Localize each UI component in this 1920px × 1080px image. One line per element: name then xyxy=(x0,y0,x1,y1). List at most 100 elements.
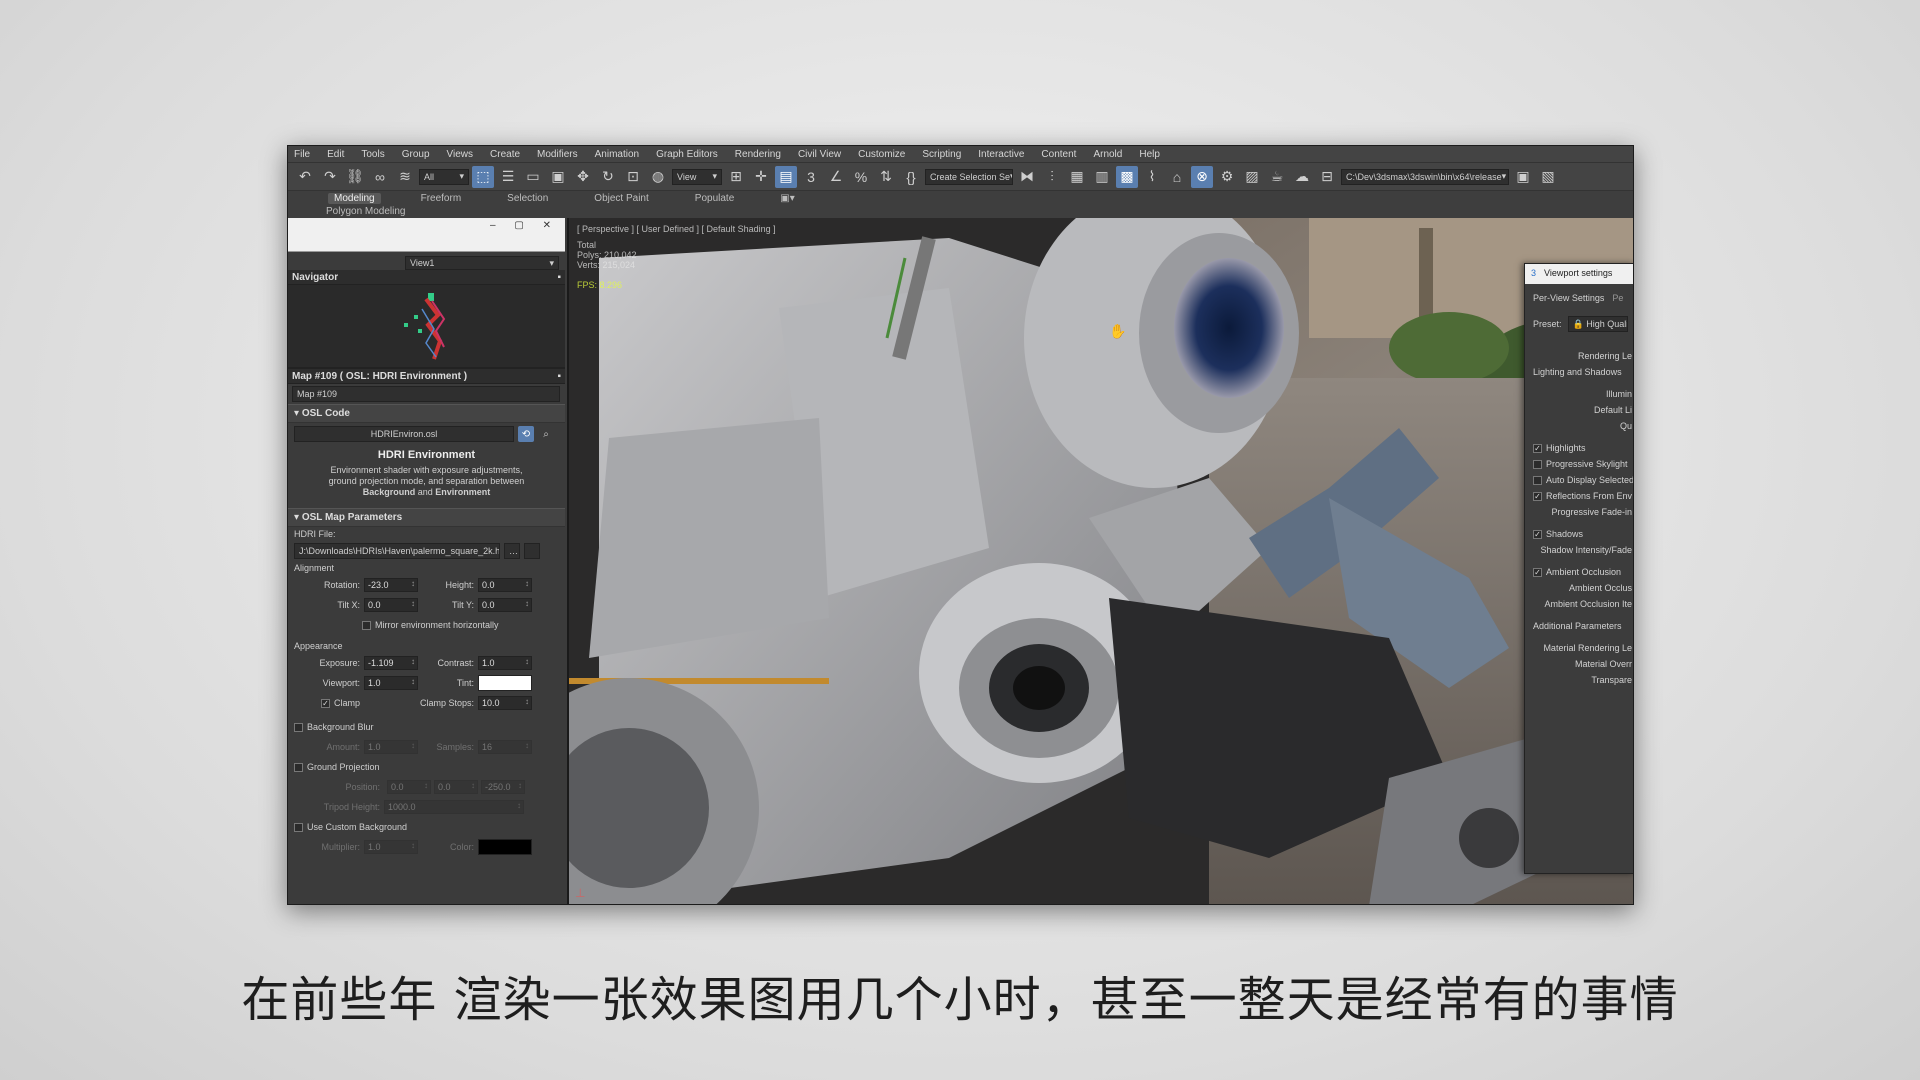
clamp-stops-spinner[interactable]: 10.0 xyxy=(478,696,532,710)
vp-setting-item[interactable]: ✓ Reflections From Env xyxy=(1525,488,1633,504)
place-icon[interactable]: ◍ xyxy=(647,166,669,188)
vp-setting-checkbox[interactable] xyxy=(1533,475,1542,485)
rotate-icon[interactable]: ↻ xyxy=(597,166,619,188)
ribbon-tab-freeform[interactable]: Freeform xyxy=(415,193,468,204)
workspace-icon[interactable]: ▧ xyxy=(1537,166,1559,188)
window-controls[interactable]: – ▢ ✕ xyxy=(490,220,559,231)
menu-item-tools[interactable]: Tools xyxy=(361,149,384,160)
position-x-spinner[interactable]: 0.0 xyxy=(387,780,431,794)
navigator-view[interactable] xyxy=(288,285,565,369)
schematic-view-icon[interactable]: ⌂ xyxy=(1166,166,1188,188)
render-cloud-icon[interactable]: ☁ xyxy=(1291,166,1313,188)
unlink-icon[interactable]: ∞ xyxy=(369,166,391,188)
menu-item-content[interactable]: Content xyxy=(1041,149,1076,160)
project-path-dropdown[interactable]: C:\Dev\3dsmax\3dswin\bin\x64\release ▾ xyxy=(1341,168,1509,185)
vp-setting-item[interactable]: ✓ Highlights xyxy=(1525,440,1633,456)
preset-dropdown[interactable]: 🔒 High Quality xyxy=(1567,316,1628,332)
named-selection-dropdown[interactable]: Create Selection Se▾ xyxy=(925,168,1013,185)
perspective-viewport[interactable]: ✋ [ Perspective ] [ User Defined ] [ Def… xyxy=(567,218,1633,904)
viewport-spinner[interactable]: 1.0 xyxy=(364,676,418,690)
ribbon-tab-modeling[interactable]: Modeling xyxy=(328,193,381,204)
link-icon[interactable]: ⛓ xyxy=(344,166,366,188)
select-by-name-icon[interactable]: ☰ xyxy=(497,166,519,188)
ribbon-tab-populate[interactable]: Populate xyxy=(689,193,740,204)
selection-filter-dropdown[interactable]: All ▾ xyxy=(419,168,469,185)
menu-item-file[interactable]: File xyxy=(294,149,310,160)
viewport-label[interactable]: [ Perspective ] [ User Defined ] [ Defau… xyxy=(577,224,776,234)
redo-icon[interactable]: ↷ xyxy=(319,166,341,188)
menu-item-civil-view[interactable]: Civil View xyxy=(798,149,841,160)
hdri-browse-button[interactable]: … xyxy=(504,543,520,559)
tint-color-swatch[interactable] xyxy=(478,675,532,691)
vp-setting-item[interactable]: ✓ Ambient Occlusion xyxy=(1525,564,1633,580)
edit-osl-icon[interactable]: ⟲ xyxy=(518,426,534,442)
render-setup-icon[interactable]: ⚙ xyxy=(1216,166,1238,188)
menu-item-interactive[interactable]: Interactive xyxy=(978,149,1024,160)
ribbon-toggle-icon[interactable]: ▩ xyxy=(1116,165,1138,188)
pivot-icon[interactable]: ⊞ xyxy=(725,166,747,188)
mirror-checkbox[interactable] xyxy=(362,620,371,630)
spinner-snap-icon[interactable]: ⇅ xyxy=(875,166,897,188)
keyboard-shortcut-override-icon[interactable]: ▤ xyxy=(775,165,797,188)
blur-samples-spinner[interactable]: 16 xyxy=(478,740,532,754)
vp-setting-checkbox[interactable]: ✓ xyxy=(1533,529,1542,539)
blur-amount-spinner[interactable]: 1.0 xyxy=(364,740,418,754)
menu-item-rendering[interactable]: Rendering xyxy=(735,149,781,160)
browse-osl-icon[interactable]: ⌕ xyxy=(538,426,554,442)
view-selector-dropdown[interactable]: View1 ▾ xyxy=(405,256,559,270)
curve-editor-icon[interactable]: ⌇ xyxy=(1141,166,1163,188)
vp-setting-checkbox[interactable]: ✓ xyxy=(1533,443,1542,453)
bind-spacewarp-icon[interactable]: ≋ xyxy=(394,166,416,188)
menu-item-arnold[interactable]: Arnold xyxy=(1093,149,1122,160)
undo-icon[interactable]: ↶ xyxy=(294,166,316,188)
exposure-spinner[interactable]: -1.109 xyxy=(364,656,418,670)
menu-item-graph-editors[interactable]: Graph Editors xyxy=(656,149,718,160)
tilt-x-spinner[interactable]: 0.0 xyxy=(364,598,418,612)
rendered-frame-icon[interactable]: ▨ xyxy=(1241,166,1263,188)
menu-item-modifiers[interactable]: Modifiers xyxy=(537,149,578,160)
menu-item-edit[interactable]: Edit xyxy=(327,149,344,160)
project-folder-icon[interactable]: ▣ xyxy=(1512,166,1534,188)
ribbon-tab-selection[interactable]: Selection xyxy=(501,193,554,204)
align-icon[interactable]: ⫶ xyxy=(1041,166,1063,188)
select-object-icon[interactable]: ⬚ xyxy=(472,165,494,188)
tripod-height-spinner[interactable]: 1000.0 xyxy=(384,800,524,814)
position-z-spinner[interactable]: -250.0 xyxy=(481,780,525,794)
edit-named-selection-icon[interactable]: {} xyxy=(900,166,922,188)
height-spinner[interactable]: 0.0 xyxy=(478,578,532,592)
ribbon-tab-object-paint[interactable]: Object Paint xyxy=(588,193,654,204)
menu-item-group[interactable]: Group xyxy=(402,149,430,160)
hdri-clear-button[interactable] xyxy=(524,543,540,559)
layout-icon[interactable]: ⊟ xyxy=(1316,166,1338,188)
clamp-checkbox[interactable]: ✓ xyxy=(320,699,330,708)
menu-item-animation[interactable]: Animation xyxy=(595,149,639,160)
vp-setting-item[interactable]: ✓ Shadows xyxy=(1525,526,1633,542)
percent-snap-icon[interactable]: % xyxy=(850,166,872,188)
render-production-icon[interactable]: ☕ xyxy=(1266,166,1288,188)
menu-item-views[interactable]: Views xyxy=(447,149,474,160)
layer-explorer-icon[interactable]: ▦ xyxy=(1066,166,1088,188)
multiplier-spinner[interactable]: 1.0 xyxy=(364,840,418,854)
custom-background-checkbox[interactable] xyxy=(294,822,303,832)
angle-snap-icon[interactable]: ∠ xyxy=(825,166,847,188)
ground-projection-checkbox[interactable] xyxy=(294,762,303,772)
scene-explorer-icon[interactable]: ▥ xyxy=(1091,166,1113,188)
background-blur-checkbox[interactable] xyxy=(294,722,303,732)
contrast-spinner[interactable]: 1.0 xyxy=(478,656,532,670)
vp-setting-checkbox[interactable]: ✓ xyxy=(1533,491,1542,501)
vp-setting-item[interactable]: Progressive Skylight xyxy=(1525,456,1633,472)
tilt-y-spinner[interactable]: 0.0 xyxy=(478,598,532,612)
material-editor-icon[interactable]: ⊗ xyxy=(1191,165,1213,188)
vp-setting-checkbox[interactable] xyxy=(1533,459,1542,469)
rect-selection-icon[interactable]: ▭ xyxy=(522,166,544,188)
ribbon-options-icon[interactable]: ▣▾ xyxy=(774,193,800,204)
move-icon[interactable]: ✥ xyxy=(572,166,594,188)
vp-setting-item[interactable]: Auto Display Selected xyxy=(1525,472,1633,488)
osl-code-rollout[interactable]: ▾ OSL Code xyxy=(288,404,565,423)
map-name-field[interactable]: Map #109 xyxy=(292,386,560,402)
menu-item-help[interactable]: Help xyxy=(1139,149,1160,160)
menu-item-scripting[interactable]: Scripting xyxy=(922,149,961,160)
scale-icon[interactable]: ⊡ xyxy=(622,166,644,188)
hdri-file-path[interactable]: J:\Downloads\HDRIs\Haven\palermo_square_… xyxy=(294,543,500,559)
osl-file-button[interactable]: HDRIEnviron.osl xyxy=(294,426,514,442)
